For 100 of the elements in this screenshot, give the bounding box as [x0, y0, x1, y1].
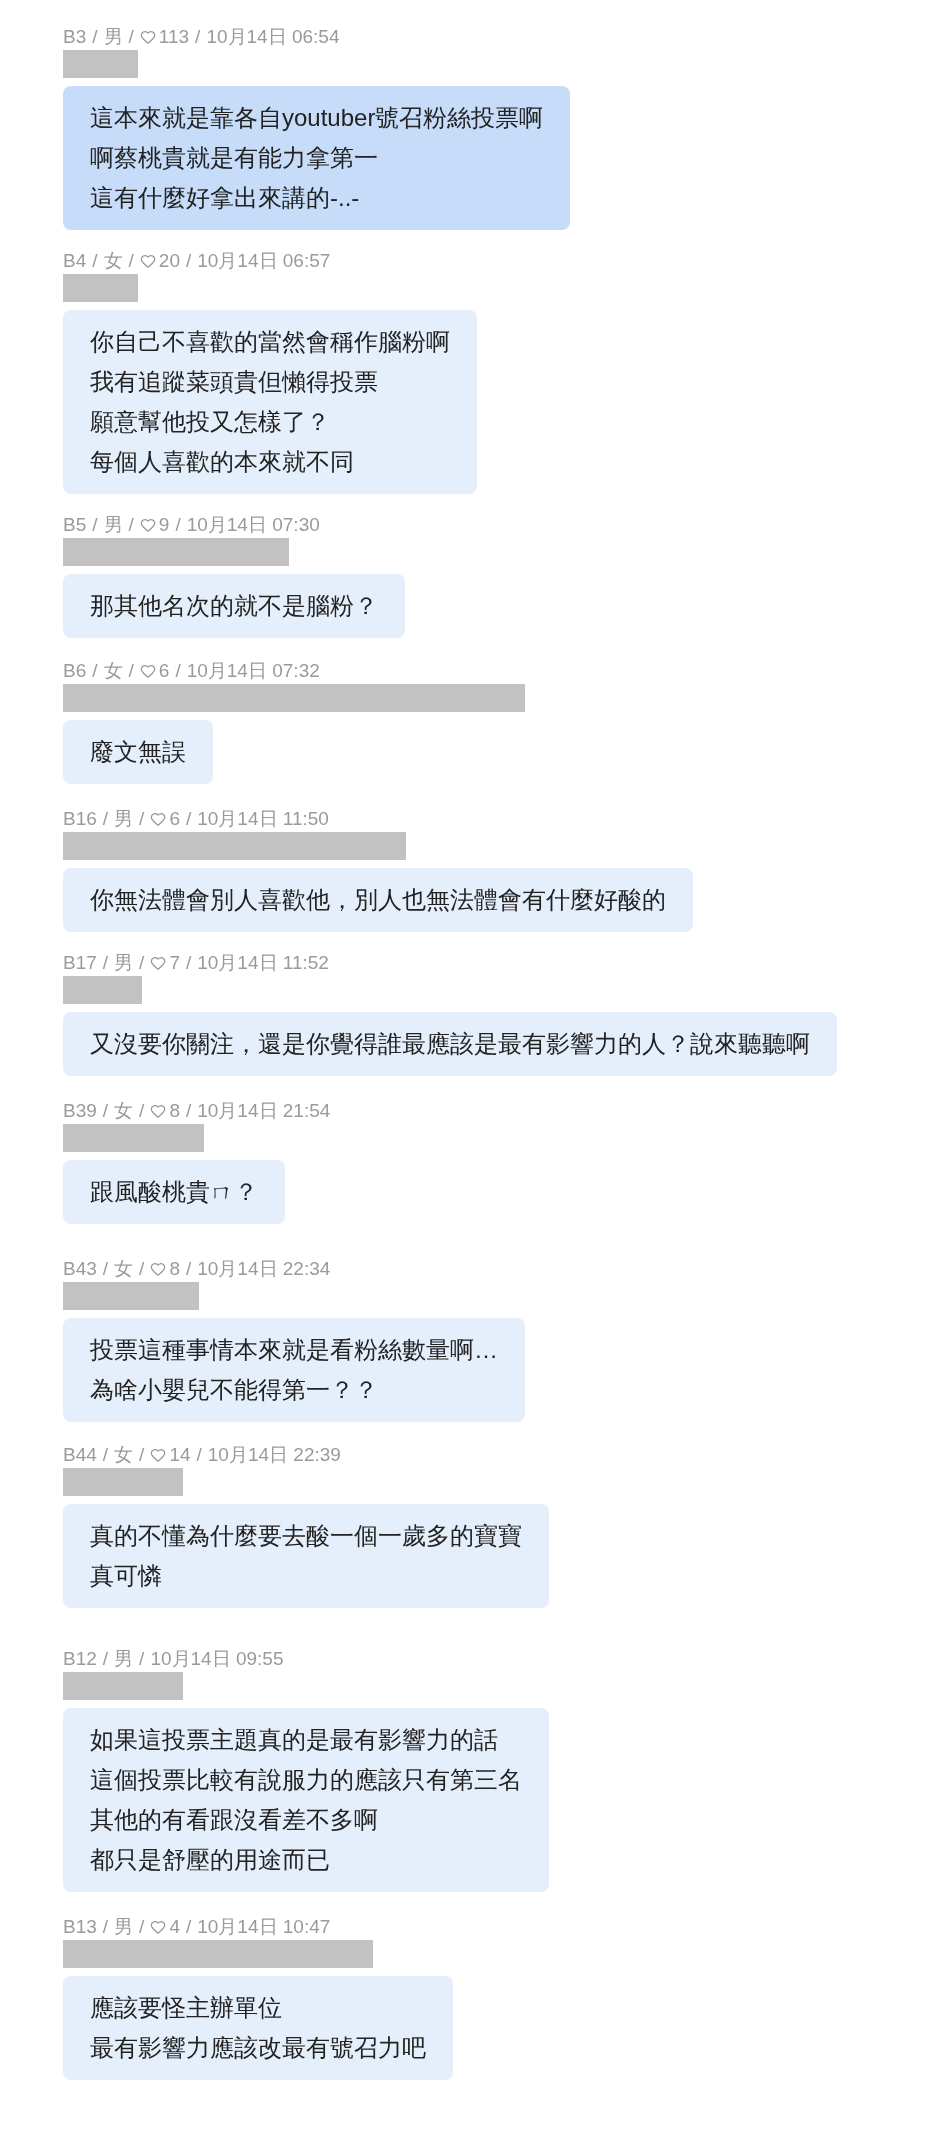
- comment-line: 應該要怪主辦單位: [90, 1993, 282, 2023]
- like-count: 14: [169, 1444, 191, 1466]
- like-count: 7: [169, 952, 180, 974]
- separator: /: [102, 952, 109, 974]
- separator: /: [128, 250, 134, 272]
- post-time: 10月14日 07:30: [186, 514, 320, 536]
- heart-icon: [150, 1261, 167, 1277]
- like-count: 8: [169, 1100, 180, 1122]
- post-time: 10月14日 06:57: [197, 250, 331, 272]
- like-count: 20: [158, 250, 180, 272]
- separator: /: [102, 1258, 109, 1280]
- heart-icon: [150, 955, 167, 971]
- separator: /: [92, 26, 98, 48]
- comment-line: 真的不懂為什麼要去酸一個一歲多的寶寶: [90, 1521, 522, 1551]
- gender-label: 女: [103, 660, 123, 682]
- comment-line: 其他的有看跟沒看差不多啊: [90, 1805, 378, 1835]
- separator: /: [185, 1258, 192, 1280]
- separator: /: [185, 952, 192, 974]
- post-time: 10月14日 06:54: [206, 26, 340, 48]
- heart-icon: [139, 253, 156, 269]
- separator: /: [185, 1100, 192, 1122]
- separator: /: [92, 250, 98, 272]
- gender-label: 女: [114, 1100, 134, 1122]
- floor-number: B17: [63, 952, 97, 974]
- comment-line: 廢文無誤: [90, 737, 186, 767]
- separator: /: [92, 514, 98, 536]
- separator: /: [102, 1100, 109, 1122]
- separator: /: [139, 1648, 145, 1670]
- separator: /: [139, 952, 145, 974]
- post-time: 10月14日 10:47: [197, 1916, 331, 1938]
- like-count: 6: [158, 660, 170, 682]
- gender-label: 男: [114, 1648, 134, 1670]
- like-count: 8: [169, 1258, 180, 1280]
- comment-line: 都只是舒壓的用途而已: [90, 1845, 330, 1875]
- separator: /: [128, 26, 134, 48]
- separator: /: [185, 808, 192, 830]
- separator: /: [139, 1100, 145, 1122]
- gender-label: 男: [114, 952, 134, 974]
- heart-icon: [139, 663, 156, 679]
- floor-number: B44: [63, 1444, 97, 1466]
- heart-icon: [139, 29, 156, 45]
- post-time: 10月14日 07:32: [186, 660, 320, 682]
- floor-number: B4: [63, 250, 87, 272]
- comment-line: 跟風酸桃貴ㄇ？: [90, 1177, 258, 1207]
- separator: /: [102, 1916, 109, 1938]
- like-count: 113: [158, 26, 190, 48]
- floor-number: B3: [63, 26, 87, 48]
- floor-number: B5: [63, 514, 87, 536]
- heart-icon: [150, 1447, 167, 1463]
- comment-line: 投票這種事情本來就是看粉絲數量啊…: [90, 1335, 498, 1365]
- separator: /: [185, 250, 192, 272]
- comment-line: 這個投票比較有說服力的應該只有第三名: [90, 1765, 522, 1795]
- comment-line: 真可憐: [90, 1561, 162, 1591]
- separator: /: [128, 660, 134, 682]
- gender-label: 男: [103, 26, 123, 48]
- comment-line: 願意幫他投又怎樣了？: [90, 407, 330, 437]
- comment-line: 每個人喜歡的本來就不同: [90, 447, 354, 477]
- floor-number: B12: [63, 1648, 97, 1670]
- separator: /: [175, 660, 181, 682]
- comment-line: 這本來就是靠各自youtuber號召粉絲投票啊: [90, 103, 544, 133]
- separator: /: [196, 1444, 202, 1466]
- floor-number: B39: [63, 1100, 97, 1122]
- post-time: 10月14日 11:52: [197, 952, 329, 974]
- heart-icon: [139, 517, 156, 533]
- separator: /: [102, 1444, 109, 1466]
- floor-number: B6: [63, 660, 87, 682]
- comment-line: 又沒要你關注，還是你覺得誰最應該是最有影響力的人？說來聽聽啊: [90, 1029, 810, 1059]
- comment-line: 啊蔡桃貴就是有能力拿第一: [90, 143, 378, 173]
- separator: /: [139, 1444, 145, 1466]
- heart-icon: [150, 1103, 167, 1119]
- separator: /: [102, 808, 109, 830]
- like-count: 4: [169, 1916, 180, 1938]
- heart-icon: [150, 811, 167, 827]
- gender-label: 女: [114, 1444, 134, 1466]
- separator: /: [139, 1258, 145, 1280]
- comment-line: 最有影響力應該改最有號召力吧: [90, 2033, 426, 2063]
- post-time: 10月14日 11:50: [197, 808, 329, 830]
- like-count: 9: [158, 514, 170, 536]
- like-count: 6: [169, 808, 180, 830]
- comment-line: 那其他名次的就不是腦粉？: [90, 591, 378, 621]
- separator: /: [139, 1916, 145, 1938]
- comment-line: 你無法體會別人喜歡他，別人也無法體會有什麼好酸的: [90, 885, 666, 915]
- heart-icon: [150, 1919, 167, 1935]
- separator: /: [185, 1916, 192, 1938]
- separator: /: [102, 1648, 109, 1670]
- comment-line: 我有追蹤菜頭貴但懶得投票: [90, 367, 378, 397]
- separator: /: [195, 26, 201, 48]
- comment-line: 為啥小嬰兒不能得第一？？: [90, 1375, 378, 1405]
- separator: /: [175, 514, 181, 536]
- post-time: 10月14日 21:54: [197, 1100, 331, 1122]
- gender-label: 男: [114, 808, 134, 830]
- gender-label: 女: [103, 250, 123, 272]
- floor-number: B43: [63, 1258, 97, 1280]
- gender-label: 女: [114, 1258, 134, 1280]
- gender-label: 男: [103, 514, 123, 536]
- post-time: 10月14日 22:39: [207, 1444, 341, 1466]
- separator: /: [92, 660, 98, 682]
- post-time: 10月14日 22:34: [197, 1258, 331, 1280]
- floor-number: B16: [63, 808, 97, 830]
- separator: /: [139, 808, 145, 830]
